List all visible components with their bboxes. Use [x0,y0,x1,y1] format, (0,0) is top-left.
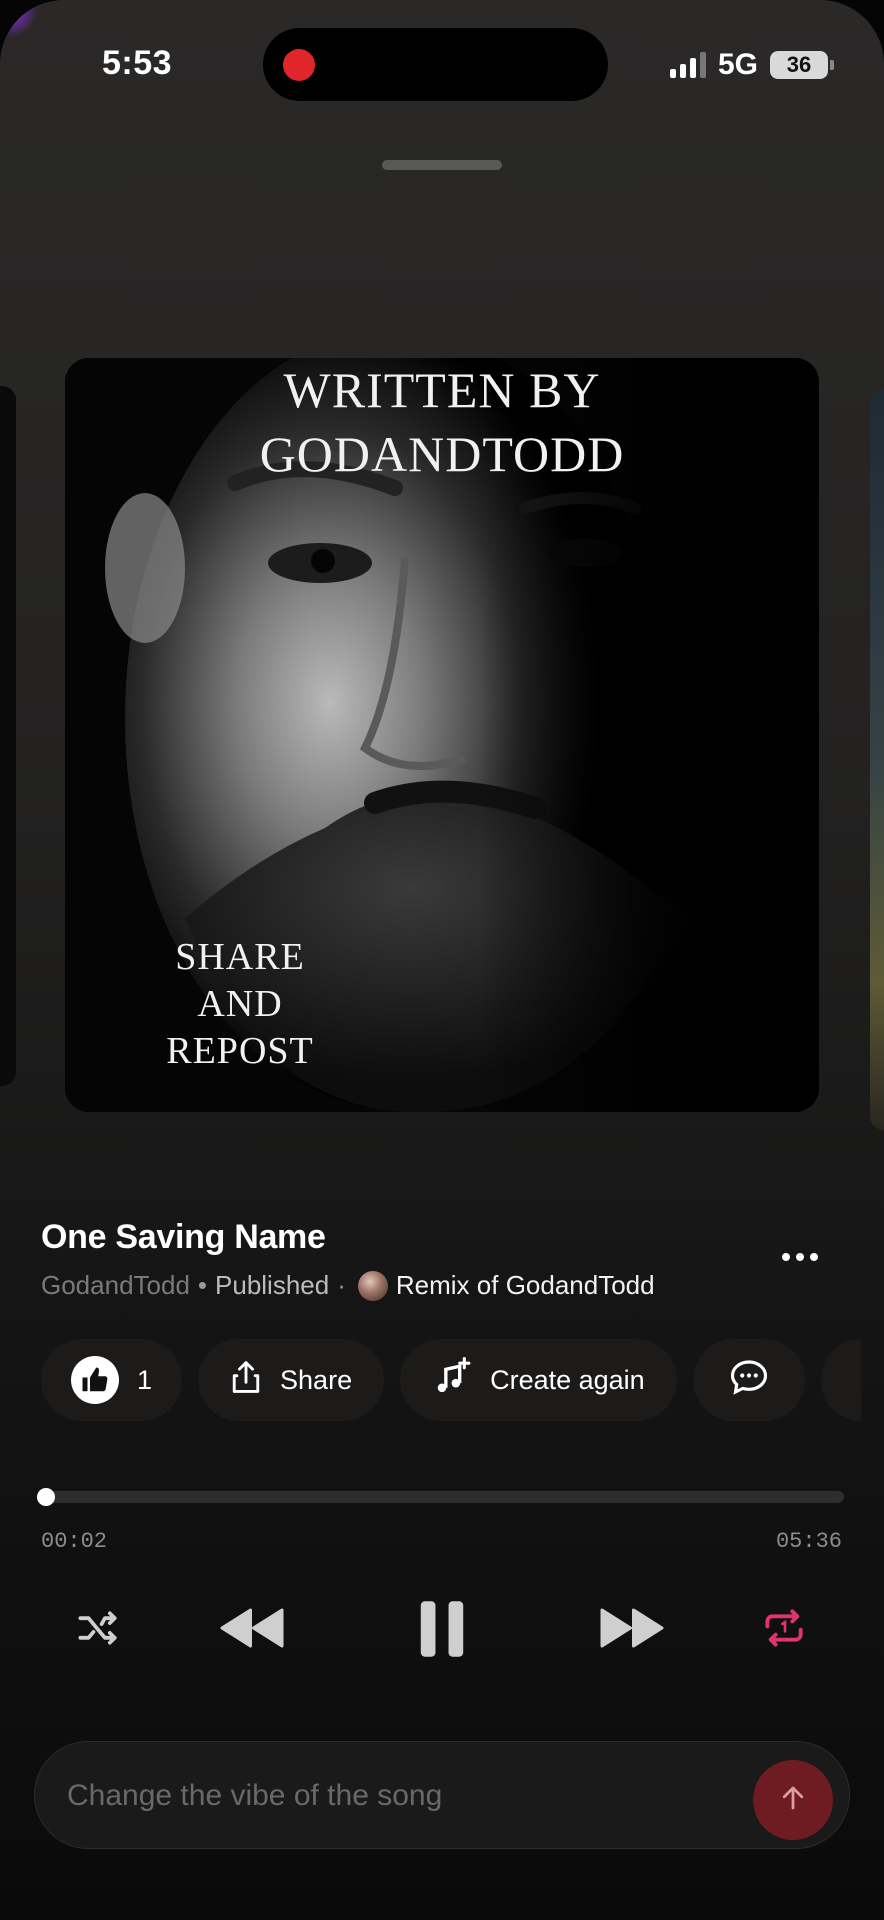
thumbs-up-icon [71,1356,119,1404]
pause-button[interactable] [412,1596,472,1666]
create-again-button[interactable]: Create again [400,1339,677,1421]
shuffle-button[interactable] [70,1600,130,1660]
more-options-icon[interactable] [782,1253,818,1261]
song-title: One Saving Name [41,1218,326,1256]
vibe-prompt-bar [34,1741,850,1850]
album-cover[interactable]: WRITTEN BY GODANDTODD SHARE AND REPOST [65,358,819,1112]
send-button[interactable] [753,1760,833,1840]
status-time: 5:53 [102,44,173,82]
rewind-button[interactable] [216,1600,288,1660]
wallpaper-glow [0,0,40,40]
remix-link[interactable]: Remix of GodandTodd [396,1270,655,1301]
network-type: 5G [717,48,758,81]
sheet-grabber[interactable] [382,160,502,170]
progress-bar[interactable] [36,1488,844,1506]
cover-text-line: GODANDTODD [259,426,625,482]
rewind-icon [219,1607,285,1654]
now-playing-sheet: 5:53 5G 36 WRITTEN BY GODANDTODD SHARE A… [0,0,884,1920]
next-action-peek[interactable] [820,1339,861,1421]
create-again-label: Create again [490,1364,645,1395]
cover-share-text: SHARE AND REPOST [140,934,340,1075]
cover-text-line: REPOST [166,1030,314,1072]
comment-icon [729,1359,769,1402]
meta-separator: · [337,1270,346,1300]
fast-forward-button[interactable] [596,1600,668,1660]
repeat-icon [762,1608,806,1653]
cover-text-line: WRITTEN BY [283,362,601,418]
cover-text-line: SHARE [175,936,305,978]
share-label: Share [280,1364,353,1395]
next-cover-peek[interactable] [870,390,884,1130]
music-note-sparkle-icon [432,1356,472,1404]
like-button[interactable]: 1 [41,1339,183,1421]
total-time: 05:36 [775,1529,842,1554]
share-icon [230,1360,262,1401]
dynamic-island [263,28,608,101]
comment-button[interactable] [692,1339,805,1421]
fast-forward-icon [599,1607,665,1654]
signal-icon [669,52,706,78]
share-button[interactable]: Share [198,1339,385,1421]
previous-cover-peek[interactable] [0,386,16,1086]
song-meta: GodandTodd • Published · Remix of Godand… [41,1270,655,1301]
shuffle-icon [77,1610,123,1651]
vibe-prompt-input[interactable] [65,1742,749,1850]
status-indicators: 5G 36 [669,48,834,82]
artist-link[interactable]: GodandTodd [41,1270,190,1301]
meta-separator: • [197,1270,208,1300]
battery-icon: 36 [770,51,834,79]
like-count: 1 [137,1364,153,1395]
arrow-up-icon [778,1783,808,1818]
repeat-button[interactable] [756,1600,812,1660]
cover-text-line: AND [197,983,283,1025]
remix-avatar[interactable] [357,1270,388,1301]
action-row: 1 Share Create again [41,1339,861,1421]
progress-knob[interactable] [36,1488,55,1506]
recording-indicator-icon [283,49,315,81]
publish-status: Published [215,1270,330,1300]
pause-icon [417,1598,467,1665]
cover-written-by-text: WRITTEN BY GODANDTODD [65,358,819,486]
current-time: 00:02 [41,1529,108,1554]
